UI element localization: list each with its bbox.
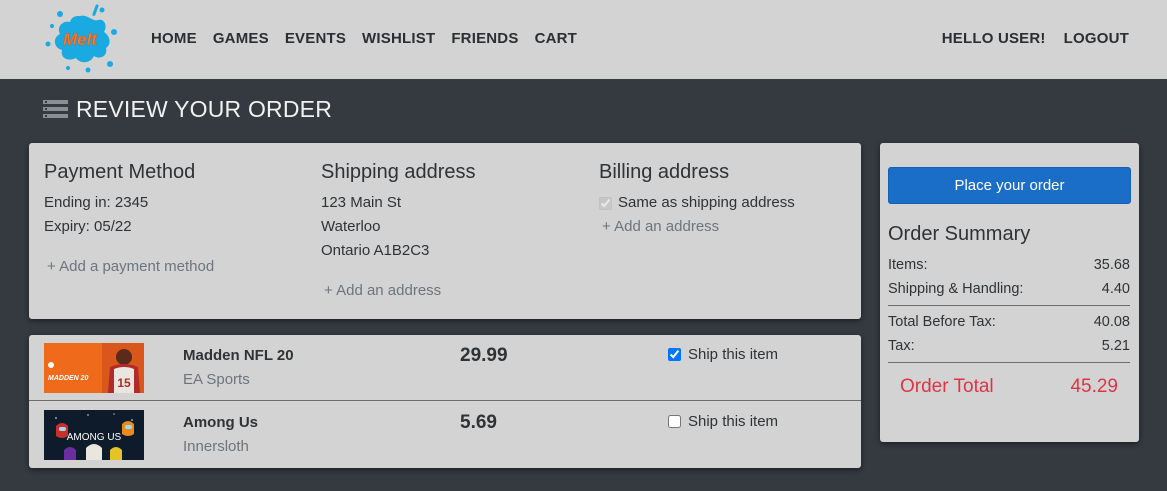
- svg-text:AMONG US: AMONG US: [67, 432, 122, 443]
- card-ending: Ending in: 2345: [44, 194, 149, 211]
- summary-tax-value: 5.21: [1101, 338, 1130, 354]
- add-shipping-address-link[interactable]: + Add an address: [324, 282, 441, 299]
- logout-link[interactable]: LOGOUT: [1064, 30, 1129, 47]
- nav-cart[interactable]: CART: [535, 30, 577, 47]
- user-nav: HELLO USER! LOGOUT: [942, 30, 1129, 47]
- shipping-heading: Shipping address: [321, 161, 476, 183]
- user-greeting[interactable]: HELLO USER!: [942, 30, 1046, 47]
- item-name[interactable]: Madden NFL 20: [183, 347, 294, 364]
- order-summary-card: Place your order Order Summary Items: 35…: [880, 143, 1139, 442]
- add-billing-address-link[interactable]: + Add an address: [602, 218, 719, 235]
- madden-cover-image: 15 MADDEN 20: [44, 343, 144, 393]
- cart-items-card: 15 MADDEN 20 Madden NFL 20 EA Sports 29.…: [29, 335, 861, 468]
- nav-events[interactable]: EVENTS: [285, 30, 346, 47]
- splash-logo-icon: Melt: [45, 4, 117, 73]
- nav-wishlist[interactable]: WISHLIST: [362, 30, 435, 47]
- item-price: 29.99: [460, 345, 508, 366]
- svg-text:MADDEN 20: MADDEN 20: [48, 375, 89, 382]
- ship-item-checkbox[interactable]: [668, 415, 681, 428]
- billing-section: Billing address Same as shipping address: [599, 161, 795, 215]
- payment-heading: Payment Method: [44, 161, 196, 183]
- page-header: REVIEW YOUR ORDER: [43, 96, 332, 123]
- summary-tax-label: Tax:: [888, 338, 915, 354]
- ship-item-label: Ship this item: [688, 413, 779, 430]
- summary-items-row: Items: 35.68: [888, 257, 1130, 273]
- billing-heading: Billing address: [599, 161, 730, 183]
- summary-items-value: 35.68: [1093, 257, 1130, 273]
- item-publisher: Innersloth: [183, 438, 249, 455]
- order-summary-title: Order Summary: [888, 223, 1031, 245]
- shipping-section: Shipping address 123 Main St Waterloo On…: [321, 161, 476, 263]
- place-order-button[interactable]: Place your order: [888, 167, 1131, 204]
- order-details-card: Payment Method Ending in: 2345 Expiry: 0…: [29, 143, 861, 319]
- list-icon: [43, 100, 68, 118]
- item-name[interactable]: Among Us: [183, 414, 258, 431]
- ship-item-label: Ship this item: [688, 346, 779, 363]
- order-total-value: 45.29: [1070, 376, 1118, 397]
- payment-section: Payment Method Ending in: 2345 Expiry: 0…: [44, 161, 195, 239]
- page-title: REVIEW YOUR ORDER: [76, 96, 333, 122]
- summary-before-tax-label: Total Before Tax:: [888, 314, 996, 330]
- shipping-region: Ontario A1B2C3: [321, 242, 430, 259]
- summary-before-tax-row: Total Before Tax: 40.08: [888, 314, 1130, 330]
- item-price: 5.69: [460, 412, 497, 433]
- summary-divider: [888, 305, 1130, 306]
- shipping-street: 123 Main St: [321, 194, 402, 211]
- navbar: Melt HOME GAMES EVENTS WISHLIST FRIENDS …: [0, 0, 1167, 79]
- same-as-shipping-label: Same as shipping address: [618, 194, 795, 211]
- svg-text:15: 15: [117, 376, 131, 390]
- same-as-shipping-row: Same as shipping address: [599, 191, 795, 215]
- shipping-city: Waterloo: [321, 218, 381, 235]
- add-payment-link[interactable]: + Add a payment method: [47, 258, 214, 275]
- summary-divider: [888, 362, 1130, 363]
- summary-before-tax-value: 40.08: [1093, 314, 1130, 330]
- summary-shipping-value: 4.40: [1101, 281, 1130, 297]
- svg-text:Melt: Melt: [63, 30, 98, 49]
- item-thumbnail: AMONG US: [44, 410, 144, 460]
- among-us-cover-image: AMONG US: [44, 410, 144, 460]
- nav-friends[interactable]: FRIENDS: [451, 30, 518, 47]
- card-expiry: Expiry: 05/22: [44, 218, 132, 235]
- nav-home[interactable]: HOME: [151, 30, 197, 47]
- summary-shipping-label: Shipping & Handling:: [888, 281, 1024, 297]
- ship-item-checkbox[interactable]: [668, 348, 681, 361]
- summary-tax-row: Tax: 5.21: [888, 338, 1130, 354]
- order-total-label: Order Total: [900, 376, 994, 397]
- summary-items-label: Items:: [888, 257, 928, 273]
- cart-item: AMONG US Among Us Innersloth 5.69 Ship t…: [29, 402, 861, 468]
- summary-shipping-row: Shipping & Handling: 4.40: [888, 281, 1130, 297]
- cart-item: 15 MADDEN 20 Madden NFL 20 EA Sports 29.…: [29, 335, 861, 401]
- item-publisher: EA Sports: [183, 371, 250, 388]
- order-total-row: Order Total 45.29: [900, 376, 1118, 398]
- item-thumbnail: 15 MADDEN 20: [44, 343, 144, 393]
- ship-item-toggle: Ship this item: [668, 413, 778, 430]
- main-nav: HOME GAMES EVENTS WISHLIST FRIENDS CART: [151, 30, 577, 47]
- same-as-shipping-checkbox[interactable]: [599, 196, 612, 210]
- ship-item-toggle: Ship this item: [668, 346, 778, 363]
- site-logo[interactable]: Melt: [40, 4, 120, 74]
- nav-games[interactable]: GAMES: [213, 30, 269, 47]
